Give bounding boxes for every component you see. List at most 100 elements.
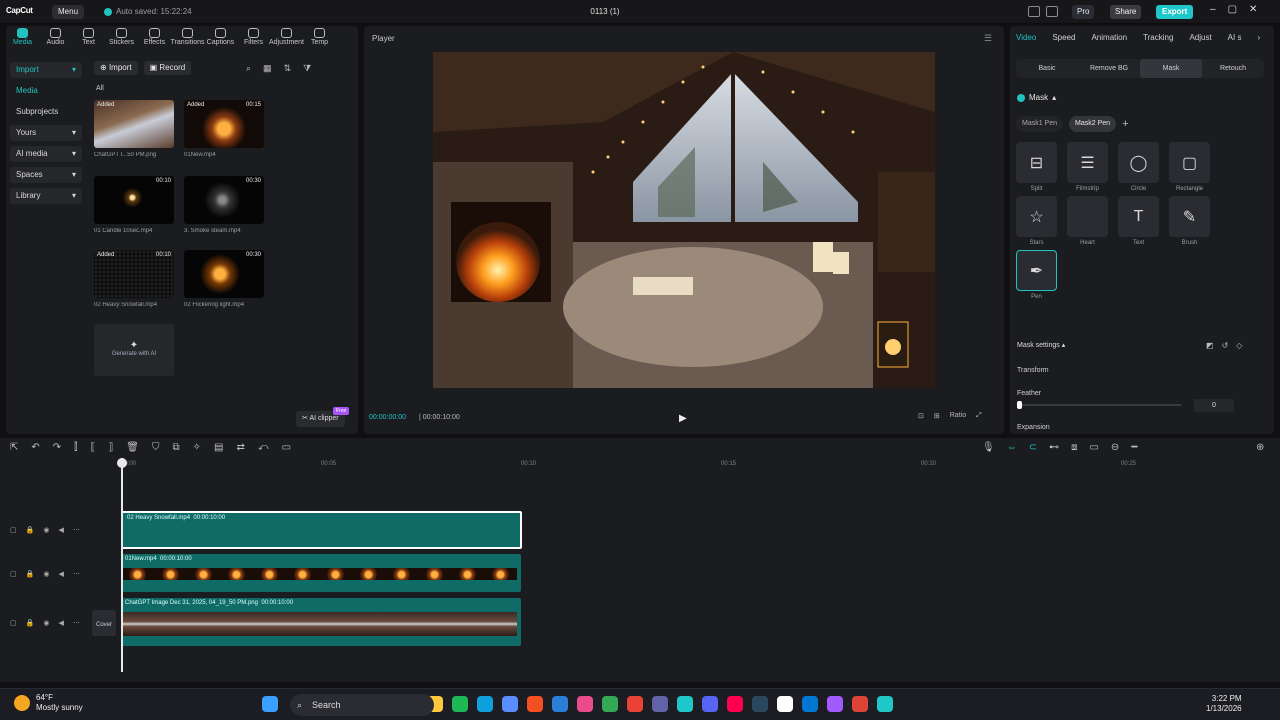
capcut-icon[interactable]: [677, 696, 693, 712]
steam-icon[interactable]: [752, 696, 768, 712]
taskbar-search[interactable]: ⌕ Search: [290, 694, 434, 716]
fullscreen-icon[interactable]: ⤢: [976, 412, 982, 420]
export-button[interactable]: Export: [1156, 5, 1194, 19]
sidebar-item-media[interactable]: Media: [10, 83, 82, 99]
mask-settings[interactable]: Mask settings ▴: [1017, 341, 1065, 349]
tool-adjustment[interactable]: Adjustment: [269, 28, 304, 50]
media-thumbnail[interactable]: Added 00:10: [94, 250, 174, 298]
subtab-retouch[interactable]: Retouch: [1202, 59, 1264, 78]
timeline-ruler[interactable]: 00:00 00:05 00:10 00:15 00:20 00:25: [88, 458, 1280, 472]
mask-shape-filmstrip[interactable]: ☰ Filmstrip: [1067, 142, 1108, 192]
share-button[interactable]: Share: [1110, 5, 1142, 19]
undo-icon[interactable]: ↶: [31, 442, 39, 453]
tool-text[interactable]: Text: [72, 28, 105, 50]
app-icon[interactable]: [802, 696, 818, 712]
media-item[interactable]: Added 00:10 02 Heavy Snowfall.mp4: [94, 250, 174, 308]
tool-audio[interactable]: Audio: [39, 28, 72, 50]
mask-shape-split[interactable]: ⊟ Split: [1016, 142, 1057, 192]
media-thumbnail[interactable]: 00:30: [184, 176, 264, 224]
tool-filters[interactable]: Filters: [237, 28, 270, 50]
generate-ai-button[interactable]: ✦ Generate with AI: [94, 324, 174, 376]
magnet-icon[interactable]: ⊂: [1029, 442, 1037, 453]
subtab-mask[interactable]: Mask: [1140, 59, 1202, 78]
tool-stickers[interactable]: Stickers: [105, 28, 138, 50]
redo-icon[interactable]: ↷: [53, 442, 61, 453]
split-left-icon[interactable]: ⟦: [90, 442, 95, 453]
maximize-icon[interactable]: ▢: [1228, 4, 1237, 15]
preview-axis-icon[interactable]: ⊷: [1049, 442, 1059, 453]
crop-icon[interactable]: ⧉: [172, 442, 179, 453]
fit-icon[interactable]: ⊡: [918, 412, 924, 420]
mask-header[interactable]: Mask ▴: [1017, 93, 1056, 102]
sort-icon[interactable]: ⇅: [284, 63, 292, 74]
search-icon[interactable]: ⌕: [246, 63, 251, 74]
mic-icon[interactable]: 🎙: [982, 442, 995, 453]
tiktok-icon[interactable]: [727, 696, 743, 712]
audio-icon[interactable]: ◀: [58, 570, 63, 578]
minimize-icon[interactable]: –: [1210, 4, 1216, 15]
subtab-remove-bg[interactable]: Remove BG: [1078, 59, 1140, 78]
mask-shape-stars[interactable]: ☆ Stars: [1016, 196, 1057, 246]
mask-shape-text[interactable]: T Text: [1118, 196, 1159, 246]
split-icon[interactable]: ⫿: [74, 442, 77, 453]
copilot-icon[interactable]: [502, 696, 518, 712]
spotify-icon[interactable]: [452, 696, 468, 712]
close-icon[interactable]: ✕: [1249, 4, 1257, 15]
eye-icon[interactable]: ◉: [43, 619, 49, 627]
chrome-icon[interactable]: [602, 696, 618, 712]
mask-shape-brush[interactable]: ✎ Brush: [1169, 196, 1210, 246]
photos-icon[interactable]: [577, 696, 593, 712]
chrome-alt-icon[interactable]: [627, 696, 643, 712]
tab-speed[interactable]: Speed: [1052, 33, 1075, 42]
filter-icon[interactable]: ⧩: [303, 63, 311, 74]
mask-shape-heart[interactable]: Heart: [1067, 196, 1108, 246]
player-menu-icon[interactable]: ☰: [984, 33, 992, 44]
sidebar-item-subprojects[interactable]: Subprojects: [10, 104, 82, 120]
mirror-icon[interactable]: ⇄: [236, 442, 244, 453]
import-button[interactable]: ⊕ Import: [94, 61, 138, 75]
tool-effects[interactable]: Effects: [138, 28, 171, 50]
chevron-right-icon[interactable]: ›: [1257, 33, 1260, 42]
edge-icon[interactable]: [477, 696, 493, 712]
more-icon[interactable]: ⋯: [73, 526, 80, 534]
tool-transitions[interactable]: Transitions: [171, 28, 205, 50]
more-icon[interactable]: ⋯: [73, 570, 80, 578]
clip-image[interactable]: ChatGPT Image Dec 31, 2025, 04_19_50 PM.…: [121, 598, 521, 646]
play-icon[interactable]: ▶: [679, 413, 687, 424]
playhead[interactable]: [121, 458, 123, 672]
invert-icon[interactable]: ◩: [1206, 341, 1214, 350]
tab-adjust[interactable]: Adjust: [1189, 33, 1211, 42]
mask-tab[interactable]: Mask2 Pen: [1069, 116, 1117, 132]
audio-icon[interactable]: ◀: [58, 619, 63, 627]
lock-icon[interactable]: 🔒: [26, 526, 35, 534]
media-item[interactable]: 00:10 01 Candle 10sec.mp4: [94, 176, 174, 234]
link-icon[interactable]: ⇔: [1007, 442, 1017, 453]
sidebar-item-yours[interactable]: Yours ▾: [10, 125, 82, 141]
reverse-icon[interactable]: ⤺: [258, 442, 269, 453]
grid-view-icon[interactable]: ▦: [263, 63, 272, 74]
tab-video[interactable]: Video: [1016, 33, 1036, 42]
subtitle-icon[interactable]: ▭: [1089, 442, 1098, 453]
playhead-handle[interactable]: [117, 458, 127, 468]
app-icon[interactable]: [827, 696, 843, 712]
keyframe-icon[interactable]: ◇: [1236, 341, 1242, 350]
media-thumbnail[interactable]: Added: [94, 100, 174, 148]
chrome-profile-icon[interactable]: [852, 696, 868, 712]
video-preview[interactable]: [433, 52, 935, 388]
store-icon[interactable]: [527, 696, 543, 712]
sidebar-item-spaces[interactable]: Spaces ▾: [10, 167, 82, 183]
tab-ai-s[interactable]: AI s: [1228, 33, 1242, 42]
layout-icon[interactable]: [1028, 6, 1040, 17]
audio-icon[interactable]: ◀: [58, 526, 63, 534]
cover-button[interactable]: Cover: [92, 610, 116, 636]
add-mask-icon[interactable]: +: [1122, 118, 1128, 130]
sidebar-item-ai-media[interactable]: AI media ▾: [10, 146, 82, 162]
media-item[interactable]: 00:30 3. Smoke steam.mp4: [184, 176, 264, 234]
pro-button[interactable]: Pro: [1072, 5, 1095, 19]
teams-icon[interactable]: [652, 696, 668, 712]
eye-icon[interactable]: ◉: [43, 570, 49, 578]
notion-icon[interactable]: [777, 696, 793, 712]
sidebar-item-import[interactable]: Import ▾: [10, 62, 82, 78]
clip-snowfall[interactable]: 02 Heavy Snowfall.mp4 00:00:10:00: [121, 511, 522, 549]
start-icon[interactable]: [262, 696, 278, 712]
